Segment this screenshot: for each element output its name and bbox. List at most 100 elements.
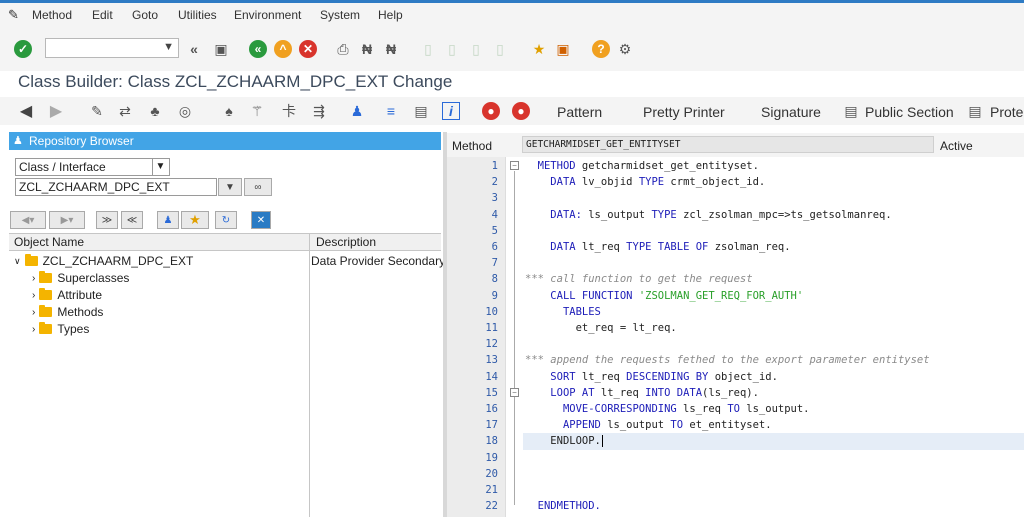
code-line[interactable]: APPEND ls_output TO et_entityset. <box>525 419 772 431</box>
where-used-icon[interactable]: ♠ <box>220 102 238 120</box>
cancel-icon[interactable]: ✕ <box>299 40 317 58</box>
pretty-printer-button[interactable]: Pretty Printer <box>643 104 725 120</box>
code-line[interactable]: DATA lt_req TYPE TABLE OF zsolman_req. <box>525 241 790 253</box>
chevron-right-icon[interactable]: › <box>32 324 35 335</box>
chevron-right-icon[interactable]: › <box>32 273 35 284</box>
find-next-icon[interactable]: ₦ <box>382 40 400 58</box>
signature-button[interactable]: Signature <box>761 104 821 120</box>
tree-item-types[interactable]: › Types <box>32 321 89 337</box>
display-glasses-icon[interactable]: ∞ <box>244 178 272 196</box>
object-type-value: Class / Interface <box>19 160 106 174</box>
enter-icon[interactable]: ✓ <box>14 40 32 58</box>
code-line[interactable] <box>525 452 538 464</box>
display-change-icon[interactable]: ✎ <box>88 102 106 120</box>
code-line[interactable] <box>525 192 538 204</box>
previous-object-button[interactable]: ◀▾ <box>10 211 46 229</box>
help-icon[interactable]: ? <box>592 40 610 58</box>
chevron-down-icon[interactable]: ∨ <box>14 256 21 267</box>
chevron-down-icon[interactable]: ▼ <box>163 41 174 53</box>
expand-all-icon[interactable]: ≫ <box>96 211 118 229</box>
code-line[interactable]: DATA: ls_output TYPE zcl_zsolman_mpc=>ts… <box>525 209 891 221</box>
chevron-right-icon[interactable]: › <box>32 307 35 318</box>
menu-environment[interactable]: Environment <box>234 8 301 22</box>
first-page-icon[interactable]: ▯ <box>420 40 436 58</box>
wand-icon[interactable]: ⚚ <box>248 102 266 120</box>
public-section-button[interactable]: Public Section <box>865 104 954 120</box>
forward-arrow-icon[interactable]: ▶ <box>46 102 66 120</box>
code-line[interactable]: DATA lv_objid TYPE crmt_object_id. <box>525 176 765 188</box>
gear-icon[interactable]: ⚙ <box>616 40 634 58</box>
expand-command-icon[interactable]: « <box>185 40 203 58</box>
column-header-object-name[interactable]: Object Name <box>9 233 309 251</box>
menu-utilities[interactable]: Utilities <box>178 8 217 22</box>
activate-icon[interactable]: ◎ <box>176 102 194 120</box>
code-line[interactable] <box>525 468 538 480</box>
menu-method[interactable]: Method <box>32 8 72 22</box>
print-icon[interactable]: ⎙ <box>334 40 352 58</box>
check-icon[interactable]: ♣ <box>146 102 164 120</box>
session-breakpoint-icon[interactable]: ● <box>512 102 530 120</box>
collapse-method-icon[interactable]: − <box>510 161 519 170</box>
tree-root-node[interactable]: ∨ ZCL_ZCHAARM_DPC_EXT <box>14 253 193 269</box>
code-line[interactable]: *** call function to get the request <box>525 273 753 285</box>
close-icon[interactable]: ✕ <box>251 211 271 229</box>
menu-goto[interactable]: Goto <box>132 8 158 22</box>
stack-icon[interactable]: ≡ <box>382 102 400 120</box>
command-field[interactable]: ▼ <box>45 38 179 58</box>
code-line[interactable]: SORT lt_req DESCENDING BY object_id. <box>525 371 778 383</box>
collapse-all-icon[interactable]: ≪ <box>121 211 143 229</box>
code-line[interactable]: *** append the requests fethed to the ex… <box>525 354 930 366</box>
menu-edit[interactable]: Edit <box>92 8 113 22</box>
save-icon[interactable]: ▣ <box>212 40 230 58</box>
code-line[interactable]: LOOP AT lt_req INTO DATA(ls_req). <box>525 387 759 399</box>
chevron-right-icon[interactable]: › <box>32 290 35 301</box>
exit-icon[interactable]: ^ <box>274 40 292 58</box>
dropdown-button[interactable]: ▼ <box>218 178 242 196</box>
chevron-down-icon[interactable]: ▼ <box>152 159 168 175</box>
code-line[interactable]: CALL FUNCTION 'ZSOLMAN_GET_REQ_FOR_AUTH' <box>525 290 803 302</box>
code-line[interactable] <box>525 225 538 237</box>
display-object-list-icon[interactable]: 卡 <box>280 102 298 120</box>
info-icon[interactable]: i <box>442 102 460 120</box>
menu-system[interactable]: System <box>320 8 360 22</box>
favorites-star-icon[interactable]: ★ <box>181 211 209 229</box>
object-name-input[interactable]: ZCL_ZCHAARM_DPC_EXT <box>15 178 217 196</box>
next-object-button[interactable]: ▶▾ <box>49 211 85 229</box>
find-icon[interactable]: ₦ <box>358 40 376 58</box>
active-inactive-icon[interactable]: ⇄ <box>116 102 134 120</box>
tree-item-attribute[interactable]: › Attribute <box>32 287 102 303</box>
system-menu-icon[interactable]: ✎ <box>8 7 19 23</box>
code-line[interactable]: et_req = lt_req. <box>525 322 677 334</box>
refresh-icon[interactable]: ↻ <box>215 211 237 229</box>
code-token: lt_req <box>581 370 627 383</box>
tree-hierarchy-icon[interactable]: ♟ <box>157 211 179 229</box>
column-header-description[interactable]: Description <box>309 233 441 251</box>
next-page-icon[interactable]: ▯ <box>468 40 484 58</box>
code-line[interactable]: TABLES <box>525 306 601 318</box>
code-line[interactable] <box>525 338 538 350</box>
back-icon[interactable]: « <box>249 40 267 58</box>
code-token: TYPE TABLE OF <box>626 241 715 253</box>
new-session-icon[interactable]: ★ <box>530 40 548 58</box>
object-type-select[interactable]: Class / Interface ▼ <box>15 158 170 176</box>
protected-section-button[interactable]: Prote <box>990 104 1023 120</box>
hierarchy-icon[interactable]: ♟ <box>348 102 366 120</box>
last-page-icon[interactable]: ▯ <box>492 40 508 58</box>
code-line[interactable]: METHOD getcharmidset_get_entityset. <box>525 160 759 172</box>
back-arrow-icon[interactable]: ◀ <box>16 102 36 120</box>
tree-item-methods[interactable]: › Methods <box>32 304 103 320</box>
layout-icon[interactable]: ▤ <box>412 102 430 120</box>
pattern-button[interactable]: Pattern <box>557 104 602 120</box>
code-line[interactable] <box>525 484 538 496</box>
breakpoint-icon[interactable]: ● <box>482 102 500 120</box>
tree-item-superclasses[interactable]: › Superclasses <box>32 270 129 286</box>
collapse-loop-icon[interactable]: − <box>510 388 519 397</box>
code-line[interactable] <box>525 257 538 269</box>
create-shortcut-icon[interactable]: ▣ <box>554 40 572 58</box>
code-line[interactable]: ENDMETHOD. <box>525 500 601 512</box>
menu-help[interactable]: Help <box>378 8 403 22</box>
previous-page-icon[interactable]: ▯ <box>444 40 460 58</box>
navigation-window-icon[interactable]: ⇶ <box>310 102 328 120</box>
code-line[interactable]: ENDLOOP. <box>525 435 610 448</box>
code-line[interactable]: MOVE-CORRESPONDING ls_req TO ls_output. <box>525 403 810 415</box>
